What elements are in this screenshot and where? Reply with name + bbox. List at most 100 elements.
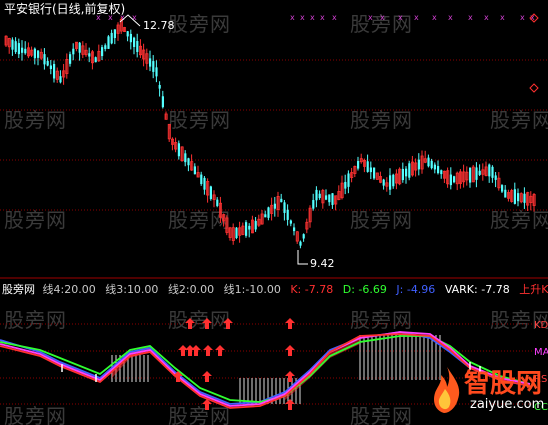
candle-down bbox=[193, 166, 196, 175]
candle-down bbox=[331, 193, 334, 205]
event-marker: x bbox=[448, 13, 453, 22]
candle-down bbox=[302, 234, 305, 239]
candle-down bbox=[129, 33, 132, 43]
logo-text: 智股网 bbox=[464, 369, 543, 399]
candle-down bbox=[312, 200, 315, 209]
candle-down bbox=[136, 41, 139, 52]
up-arrow-icon bbox=[285, 345, 295, 356]
high-price-label: 12.78 bbox=[143, 19, 175, 32]
stock-chart-window: 股旁网 股旁网 股旁网 股旁网 股旁网 股旁网 股旁网 股旁网 股旁网 股旁网 股旁网 股旁网 股旁网股… bbox=[0, 0, 548, 425]
site-logo: 智股网 zaiyue.com bbox=[430, 359, 548, 421]
event-marker: x bbox=[310, 13, 315, 22]
candle-down bbox=[37, 50, 40, 58]
up-arrow-icon bbox=[285, 318, 295, 329]
candle-down bbox=[11, 39, 14, 50]
candle-down bbox=[78, 42, 81, 53]
logo-subtext: zaiyue.com bbox=[470, 397, 545, 412]
readout-rise-k: 上升K bbox=[519, 283, 548, 296]
candle-down bbox=[110, 32, 113, 44]
event-marker: x bbox=[520, 13, 525, 22]
candle-down bbox=[286, 209, 289, 220]
candle-down bbox=[49, 65, 52, 70]
candle-down bbox=[357, 161, 360, 169]
candle-down bbox=[475, 167, 478, 180]
event-marker: x bbox=[468, 13, 473, 22]
candle-down bbox=[523, 193, 526, 203]
candle-down bbox=[33, 48, 36, 59]
side-label-ma: MA bbox=[534, 347, 548, 358]
candle-down bbox=[88, 53, 91, 57]
candle-down bbox=[101, 47, 104, 57]
candle-down bbox=[408, 163, 411, 178]
candle-down bbox=[366, 161, 369, 172]
candle-down bbox=[430, 160, 433, 169]
indicator-name: 股旁网 bbox=[2, 283, 35, 296]
up-arrow-icon bbox=[285, 399, 295, 410]
event-marker: x bbox=[414, 13, 419, 22]
candle-down bbox=[273, 203, 276, 209]
candle-down bbox=[373, 167, 376, 179]
candle-down bbox=[267, 207, 270, 218]
param-line4: 线4:20.00 bbox=[42, 283, 96, 296]
candle-down bbox=[155, 67, 158, 77]
candle-down bbox=[318, 193, 321, 199]
up-arrow-icon bbox=[285, 371, 295, 382]
candle-down bbox=[46, 60, 49, 66]
event-marker: x bbox=[290, 13, 295, 22]
candle-down bbox=[494, 175, 497, 180]
candle-down bbox=[104, 45, 107, 50]
event-marker: x bbox=[484, 13, 489, 22]
event-marker: x bbox=[432, 13, 437, 22]
param-line2: 线2:0.00 bbox=[167, 283, 215, 296]
candle-down bbox=[513, 189, 516, 204]
event-marker: x bbox=[300, 13, 305, 22]
candle-down bbox=[369, 167, 372, 173]
candle-down bbox=[491, 166, 494, 178]
candle-down bbox=[72, 48, 75, 55]
candle-down bbox=[126, 31, 129, 37]
candle-down bbox=[203, 177, 206, 190]
candle-down bbox=[389, 175, 392, 190]
low-price-label: 9.42 bbox=[310, 257, 335, 270]
candle-down bbox=[437, 166, 440, 174]
candle-down bbox=[59, 76, 62, 83]
event-marker: x bbox=[380, 13, 385, 22]
candle-down bbox=[245, 222, 248, 236]
candle-down bbox=[504, 189, 507, 198]
candle-down bbox=[344, 181, 347, 189]
candle-down bbox=[235, 227, 238, 239]
candle-down bbox=[248, 225, 251, 230]
param-line1: 线1:-10.00 bbox=[223, 283, 281, 296]
candle-down bbox=[149, 58, 152, 67]
candle-down bbox=[200, 174, 203, 185]
event-marker: x bbox=[500, 13, 505, 22]
candle-down bbox=[382, 179, 385, 186]
candle-down bbox=[14, 41, 17, 53]
candle-down bbox=[501, 185, 504, 192]
candle-down bbox=[299, 241, 302, 246]
candle-down bbox=[43, 54, 46, 65]
param-line3: 线3:10.00 bbox=[105, 283, 159, 296]
candle-down bbox=[405, 168, 408, 177]
candle-down bbox=[440, 170, 443, 175]
candle-down bbox=[216, 199, 219, 206]
candle-down bbox=[449, 174, 452, 186]
candle-down bbox=[184, 153, 187, 163]
candle-down bbox=[264, 214, 267, 218]
candle-down bbox=[280, 198, 283, 203]
candle-down bbox=[488, 164, 491, 177]
readout-k: K: -7.78 bbox=[290, 283, 334, 296]
chart-title: 平安银行(日线,前复权) bbox=[4, 2, 126, 16]
candle-down bbox=[254, 220, 257, 230]
candle-down bbox=[315, 189, 318, 201]
candle-down bbox=[417, 159, 420, 170]
candle-down bbox=[283, 202, 286, 213]
low-pointer bbox=[297, 250, 308, 265]
candle-down bbox=[158, 84, 161, 89]
candle-down bbox=[21, 47, 24, 53]
candle-down bbox=[94, 57, 97, 63]
event-marker: x bbox=[368, 13, 373, 22]
candle-down bbox=[289, 220, 292, 224]
readout-d: D: -6.69 bbox=[342, 283, 387, 296]
candle-down bbox=[113, 29, 116, 39]
